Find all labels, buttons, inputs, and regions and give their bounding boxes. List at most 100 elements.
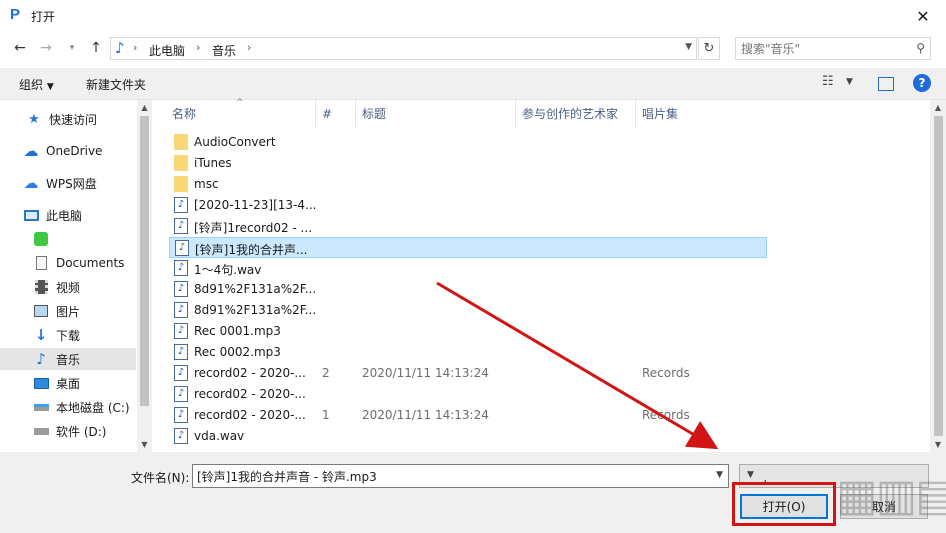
breadcrumb-separator-icon[interactable]: › [247,41,251,54]
column-divider[interactable] [355,100,356,127]
address-bar[interactable]: ♪ › 此电脑 › 音乐 › ▼ [110,37,697,60]
nav-item-videos[interactable]: 视频 [0,276,136,298]
file-list-scrollbar[interactable]: ▲ ▼ [930,100,946,452]
file-name: AudioConvert [194,135,276,149]
file-row[interactable]: msc [169,174,767,195]
file-row[interactable]: ♪ [2020-11-23][13-4... [169,195,767,216]
help-icon[interactable]: ? [913,74,931,92]
file-name: [铃声]1record02 - ... [194,221,313,235]
filename-dropdown-icon[interactable]: ▼ [716,470,723,480]
wps-app-icon: P [10,6,21,23]
column-header-name[interactable]: 名称 [172,100,196,127]
desktop-icon [32,375,50,391]
nav-item-label: 软件 (D:) [56,424,107,439]
command-toolbar: 组织 ▼ 新建文件夹 ☷ ▼ ? [0,68,946,100]
music-note-icon: ♪ [115,39,125,57]
address-row: ← → ▾ ↑ ♪ › 此电脑 › 音乐 › ▼ ↻ ⚲ [0,32,946,64]
file-row[interactable]: ♪ 8d91%2F131a%2F... [169,300,767,321]
file-name: vda.wav [194,429,245,443]
breadcrumb-separator-icon[interactable]: › [196,41,200,54]
column-header-artists[interactable]: 参与创作的艺术家 [522,100,618,127]
file-row[interactable]: ♪ vda.wav [169,426,767,447]
nav-item-app[interactable] [0,228,136,250]
file-name: record02 - 2020-... [194,366,306,380]
up-arrow-icon[interactable]: ↑ [86,38,106,58]
view-options-icon[interactable]: ☷ [822,74,834,89]
file-name: record02 - 2020-... [194,408,306,422]
document-icon [32,255,50,271]
nav-item-downloads[interactable]: ↓ 下载 [0,324,136,346]
back-arrow-icon[interactable]: ← [10,38,30,58]
scrollbar-thumb[interactable] [934,116,943,436]
column-divider[interactable] [515,100,516,127]
audio-file-icon: ♪ [174,386,188,402]
nav-item-drive-c[interactable]: 本地磁盘 (C:) [0,396,136,418]
breadcrumb-music[interactable]: 音乐 [212,42,236,59]
nav-item-pictures[interactable]: 图片 [0,300,136,322]
organize-button[interactable]: 组织 ▼ [19,76,54,93]
audio-file-icon: ♪ [174,281,188,297]
nav-item-this-pc[interactable]: 此电脑 [0,204,136,226]
video-icon [32,279,50,295]
file-row[interactable]: ♪ [铃声]1我的合并声... [169,237,767,258]
nav-item-desktop[interactable]: 桌面 [0,372,136,394]
close-button[interactable]: ✕ [900,0,946,32]
scroll-down-icon[interactable]: ▼ [137,437,152,452]
nav-item-music[interactable]: ♪ 音乐 [0,348,136,370]
search-icon[interactable]: ⚲ [916,41,925,55]
nav-item-label: 此电脑 [46,208,83,223]
nav-item-documents[interactable]: Documents [0,252,136,274]
nav-item-drive-d[interactable]: 软件 (D:) [0,420,136,442]
search-input[interactable] [741,39,911,59]
title-bar: P 打开 ✕ [0,0,946,32]
view-dropdown-icon[interactable]: ▼ [846,77,853,87]
file-row[interactable]: AudioConvert [169,132,767,153]
column-divider[interactable] [315,100,316,127]
address-dropdown-icon[interactable]: ▼ [685,42,692,52]
organize-label: 组织 [19,78,44,92]
file-row[interactable]: ♪ [铃声]1record02 - ... [169,216,767,237]
file-row[interactable]: ♪ 8d91%2F131a%2F... [169,279,767,300]
file-track-number: 1 [322,408,330,422]
watermark-logo: ▦▥▤ [836,470,946,521]
column-header-title[interactable]: 标题 [362,100,386,127]
file-row[interactable]: ♪ record02 - 2020-... 2 2020/11/11 14:13:24… [169,363,767,384]
forward-arrow-icon[interactable]: → [36,38,56,58]
file-row[interactable]: ♪ 1～4句.wav [169,258,767,279]
file-row[interactable]: ♪ Rec 0001.mp3 [169,321,767,342]
scroll-down-icon[interactable]: ▼ [930,437,946,452]
preview-pane-icon[interactable] [878,77,894,91]
breadcrumb-separator-icon[interactable]: › [133,41,137,54]
filename-input[interactable] [197,466,707,486]
nav-item-quick-access[interactable]: ★ 快速访问 [0,108,136,130]
column-header-number[interactable]: # [322,100,332,127]
file-row[interactable]: iTunes [169,153,767,174]
recent-locations-chevron-icon[interactable]: ▾ [62,38,82,58]
audio-file-icon: ♪ [174,344,188,360]
file-name: [铃声]1我的合并声... [195,243,308,257]
nav-item-label: Documents [56,256,125,270]
audio-file-icon: ♪ [174,407,188,423]
scroll-up-icon[interactable]: ▲ [137,100,152,115]
refresh-icon: ↻ [703,41,715,56]
file-row[interactable]: ♪ Rec 0002.mp3 [169,342,767,363]
breadcrumb-this-pc[interactable]: 此电脑 [149,42,185,59]
column-header-album[interactable]: 唱片集 [642,100,678,127]
search-box[interactable]: ⚲ [735,37,931,60]
filename-combobox[interactable]: ▼ [192,464,729,488]
scrollbar-thumb[interactable] [140,116,149,406]
file-row[interactable]: ♪ record02 - 2020-... 1 2020/11/11 14:13:24… [169,405,767,426]
nav-item-onedrive[interactable]: ☁ OneDrive [0,140,136,162]
file-row[interactable]: ♪ record02 - 2020-... [169,384,767,405]
audio-file-icon: ♪ [174,428,188,444]
folder-icon [174,155,188,171]
nav-item-wps-cloud[interactable]: ☁ WPS网盘 [0,172,136,194]
column-divider[interactable] [635,100,636,127]
navigation-scrollbar[interactable]: ▲ ▼ [137,100,152,452]
new-folder-button[interactable]: 新建文件夹 [86,76,146,93]
file-name: 1～4句.wav [194,263,262,277]
drive-icon [32,423,50,439]
scroll-up-icon[interactable]: ▲ [930,100,946,115]
refresh-button[interactable]: ↻ [698,37,720,60]
audio-file-icon: ♪ [174,323,188,339]
